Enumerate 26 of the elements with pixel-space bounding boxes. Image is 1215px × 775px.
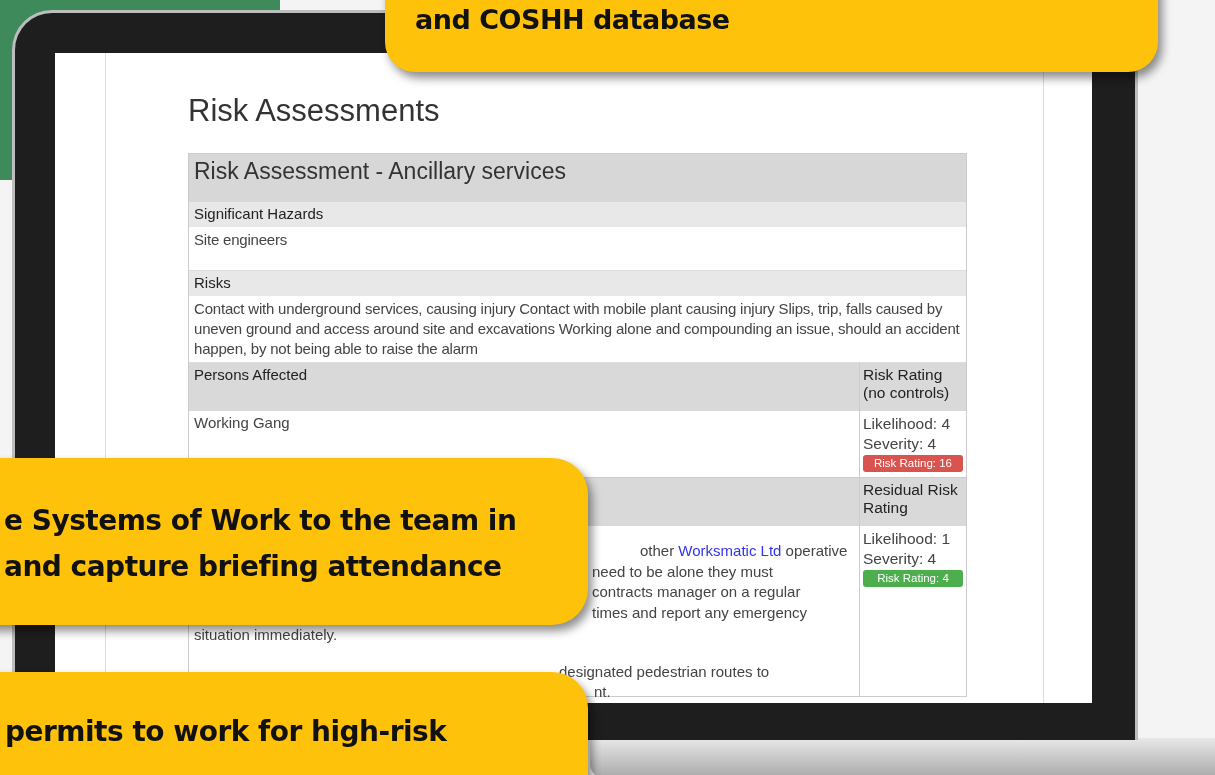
control-text: times and report any emergency bbox=[592, 602, 808, 623]
risk-rating-badge: Risk Rating: 4 bbox=[863, 570, 963, 587]
control-text: other Worksmatic Ltd operative bbox=[640, 541, 848, 561]
section-heading: Risks bbox=[189, 271, 966, 296]
column-heading: Risk Rating (no controls) bbox=[859, 363, 966, 411]
callout-text: permits to work for high-risk bbox=[5, 714, 448, 750]
column-heading: Persons Affected bbox=[193, 365, 309, 385]
table-cell-text: Working Gang bbox=[193, 413, 291, 433]
likelihood-text: Likelihood: 1 bbox=[863, 529, 952, 549]
control-text: nt. bbox=[594, 682, 611, 702]
callout-text: and COSHH database bbox=[415, 4, 731, 35]
callout-text: and capture briefing attendance bbox=[4, 549, 503, 585]
likelihood-text: Likelihood: 4 bbox=[863, 414, 952, 434]
control-text: need to be alone they must bbox=[592, 561, 773, 582]
page-title: Risk Assessments bbox=[188, 92, 441, 130]
section-heading: Significant Hazards bbox=[189, 202, 966, 227]
column-heading: Residual Risk Rating bbox=[859, 478, 966, 526]
company-link[interactable]: Worksmatic Ltd bbox=[678, 542, 782, 559]
control-text: contracts manager on a regular bbox=[592, 582, 801, 602]
control-text: situation immediately. bbox=[194, 625, 338, 645]
severity-text: Severity: 4 bbox=[863, 549, 938, 569]
severity-text: Severity: 4 bbox=[863, 434, 938, 454]
risk-rating-badge: Risk Rating: 16 bbox=[863, 455, 963, 472]
callout-text: e Systems of Work to the team in bbox=[4, 503, 518, 539]
assessment-title: Risk Assessment - Ancillary services bbox=[194, 158, 566, 184]
control-text: designated pedestrian routes to bbox=[559, 661, 770, 682]
